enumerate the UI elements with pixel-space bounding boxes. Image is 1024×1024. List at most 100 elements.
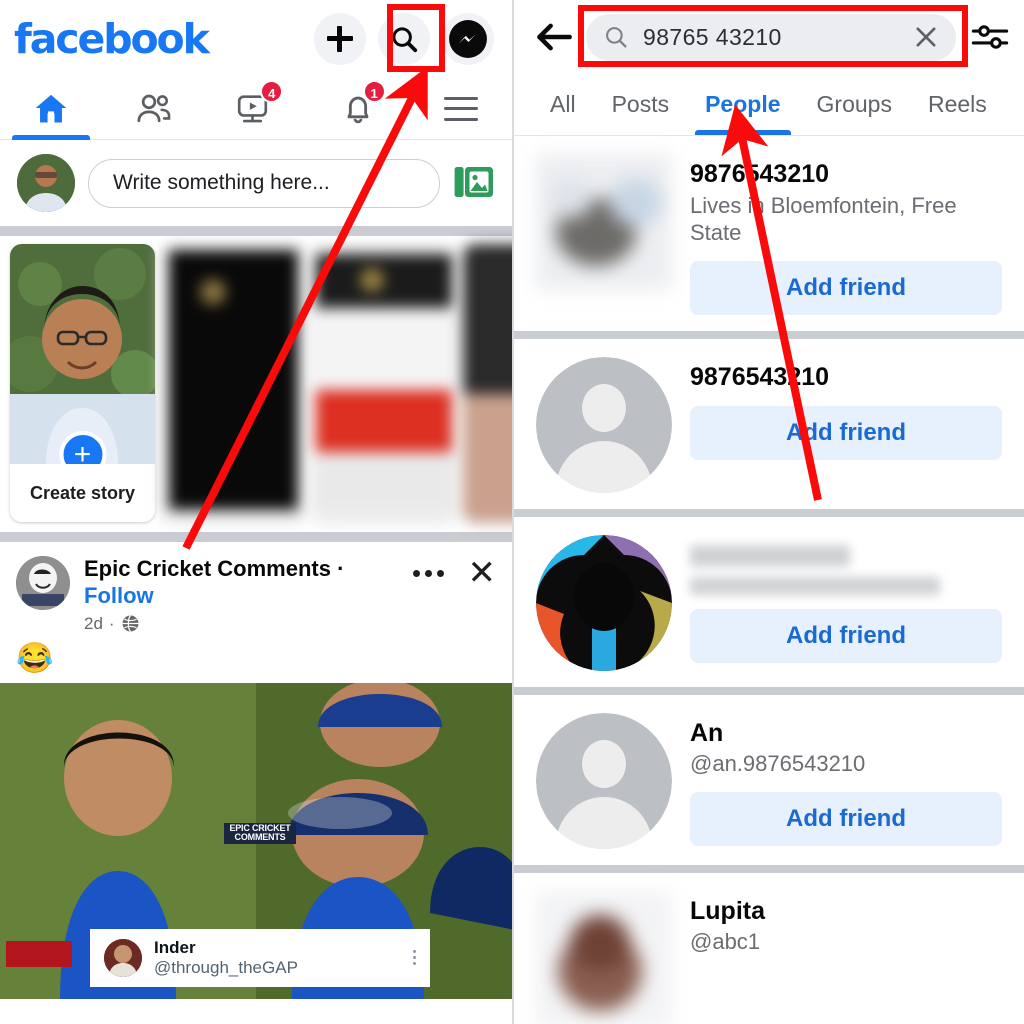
facebook-nav-bar: 4 1 [0,78,512,140]
avatar[interactable] [536,534,672,671]
facebook-feed-panel: facebook 4 1 Write something here... + C… [0,0,512,1024]
story-card[interactable] [312,244,457,522]
result-divider [514,330,1024,339]
search-bar[interactable]: 98765 43210 [586,13,956,61]
add-friend-button[interactable]: Add friend [690,260,1002,315]
friends-icon [137,94,170,122]
messenger-button[interactable] [442,13,494,65]
post-subline-dot: · [108,613,115,633]
clear-icon[interactable] [912,23,940,51]
page-avatar[interactable] [16,556,70,610]
tab-posts[interactable]: Posts [594,74,688,135]
nav-item-friends[interactable] [102,78,204,139]
result-subtitle: @an.9876543210 [690,751,866,777]
section-divider [0,226,512,236]
people-result-row[interactable]: Add friend [514,516,1024,687]
tab-people[interactable]: People [687,74,798,135]
post-follow-link[interactable]: Follow [84,583,154,608]
post-subline: 2d · [84,614,413,634]
globe-icon [122,615,139,633]
search-icon [392,27,418,53]
back-arrow-icon [537,23,572,51]
people-result-row[interactable]: 9876543210 Add friend [514,338,1024,509]
screenshot-root: facebook 4 1 Write something here... + C… [0,0,1024,1024]
people-result-row[interactable]: An @an.9876543210 Add friend [514,694,1024,865]
hamburger-icon [443,96,478,121]
back-button[interactable] [532,15,576,59]
more-options-icon[interactable] [412,560,444,586]
result-name[interactable]: Lupita [690,897,1002,927]
tab-groups[interactable]: Groups [799,74,910,135]
create-button[interactable] [314,13,366,65]
add-friend-button[interactable]: Add friend [690,792,1002,847]
result-subtitle: @abc1 [690,929,761,955]
default-avatar-icon [536,712,672,849]
nav-item-home[interactable] [0,78,102,140]
post-text: 😂 [16,641,54,675]
blurred-name [690,544,850,567]
search-result-tabs: All Posts People Groups Reels Even [514,74,1024,136]
tweet-display-name: Inder [154,938,196,958]
result-divider [514,686,1024,695]
create-story-label: Create story [10,464,155,522]
search-input[interactable]: 98765 43210 [643,24,898,51]
filter-sliders-icon [971,25,1009,49]
result-body: 9876543210 Lives in Bloemfontein, Free S… [690,154,1002,315]
user-avatar[interactable] [17,154,75,212]
story-card[interactable] [161,244,306,522]
tab-all[interactable]: All [532,74,594,135]
avatar[interactable] [536,890,672,1024]
kebab-menu-icon[interactable] [413,950,416,966]
facebook-top-bar: facebook [0,0,512,78]
avatar[interactable] [536,154,672,290]
nav-item-notifications[interactable]: 1 [307,78,409,139]
result-subtitle: Lives in Bloemfontein, Free State [690,192,957,246]
embedded-tweet-card[interactable]: Inder @through_theGAP [90,928,430,987]
result-name[interactable]: An [690,719,1002,749]
default-avatar-icon [536,356,672,493]
tab-events[interactable]: Even [1005,74,1024,135]
add-friend-button[interactable]: Add friend [690,406,1002,461]
search-icon [606,27,627,48]
watermark: EPIC CRICKET COMMENTS [224,822,296,844]
search-header: 98765 43210 [514,0,1024,74]
blurred-subtitle [690,576,940,595]
result-divider [514,508,1024,517]
nav-item-video[interactable]: 4 [205,78,307,139]
people-result-row[interactable]: 9876543210 Lives in Bloemfontein, Free S… [514,136,1024,331]
post-header: Epic Cricket Comments · Follow 2d · ✕ [0,542,512,640]
create-story-card[interactable]: + Create story [10,244,155,522]
plus-icon [327,26,353,52]
stories-tray: + Create story [0,236,512,532]
section-divider [0,532,512,542]
photo-library-icon[interactable] [453,164,495,202]
add-friend-button[interactable]: Add friend [690,608,1002,663]
post-page-name-row: Epic Cricket Comments · Follow [84,556,413,610]
post-actions: ✕ [412,556,497,590]
people-result-row[interactable]: Lupita @abc1 [514,872,1024,1024]
post-page-name[interactable]: Epic Cricket Comments [84,556,331,581]
close-icon[interactable]: ✕ [468,556,497,590]
top-action-buttons [314,13,494,65]
result-name[interactable]: 9876543210 [690,363,1002,393]
tab-reels[interactable]: Reels [910,74,1005,135]
post-meta: Epic Cricket Comments · Follow 2d · [70,556,413,634]
facebook-logo[interactable]: facebook [14,18,210,60]
search-button[interactable] [378,13,430,65]
post-name-separator: · [337,556,345,581]
nav-item-menu[interactable] [410,78,512,139]
result-body: An @an.9876543210 Add friend [690,713,1002,847]
post-composer: Write something here... [0,140,512,226]
composer-input[interactable]: Write something here... [88,158,440,208]
search-filters-button[interactable] [966,15,1014,59]
post-media[interactable]: EPIC CRICKET COMMENTS Inder @through_the… [0,682,512,999]
result-body: 9876543210 Add friend [690,357,1002,461]
result-body: Add friend [690,535,1002,663]
story-card[interactable] [463,244,512,522]
tweet-identity: Inder @through_theGAP [154,938,298,977]
avatar[interactable] [536,712,672,849]
avatar[interactable] [536,356,672,493]
messenger-icon [449,20,487,58]
avatar-image [17,154,75,212]
result-name[interactable]: 9876543210 [690,160,1002,190]
